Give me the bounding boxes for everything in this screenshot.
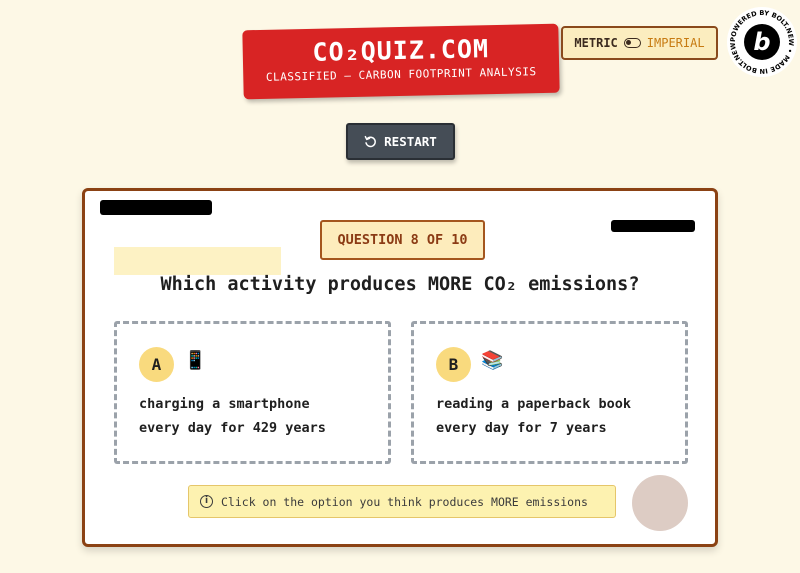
toggle-switch-icon[interactable] — [623, 38, 641, 48]
site-logo[interactable]: CO₂QUIZ.COM CLASSIFIED – CARBON FOOTPRIN… — [242, 23, 560, 100]
question-progress-badge: QUESTION 8 OF 10 — [320, 220, 485, 260]
info-icon: i — [200, 495, 213, 508]
quiz-card: QUESTION 8 OF 10 Which activity produces… — [82, 188, 718, 547]
restart-button[interactable]: RESTART — [346, 123, 455, 160]
option-b[interactable]: B 📚 reading a paperback book every day f… — [411, 321, 688, 464]
books-icon: 📚 — [481, 350, 504, 371]
logo-title: CO₂QUIZ.COM — [312, 34, 490, 67]
unit-imperial-label: IMPERIAL — [646, 36, 705, 50]
restart-label: RESTART — [384, 134, 437, 149]
unit-metric-label: METRIC — [574, 36, 618, 50]
redaction-bar — [611, 220, 695, 232]
option-b-text: reading a paperback book every day for 7… — [436, 392, 676, 440]
smartphone-icon: 📱 — [184, 350, 207, 371]
logo-subtitle: CLASSIFIED – CARBON FOOTPRINT ANALYSIS — [265, 65, 537, 84]
avatar[interactable] — [632, 475, 688, 531]
option-a[interactable]: A 📱 charging a smartphone every day for … — [114, 321, 391, 464]
option-a-line1: charging a smartphone — [139, 396, 310, 412]
unit-toggle[interactable]: METRIC IMPERIAL — [561, 26, 718, 60]
option-a-letter: A — [139, 347, 174, 382]
hint-box: i Click on the option you think produces… — [188, 485, 616, 518]
highlight-strip — [114, 247, 281, 275]
bolt-badge-icon[interactable]: POWERED BY BOLT.NEW • MADE IN BOLT.NEW •… — [726, 6, 798, 78]
badge-letter: b — [753, 28, 770, 56]
restart-icon — [364, 135, 377, 148]
question-text: Which activity produces MORE CO₂ emissio… — [160, 274, 640, 295]
redaction-bar — [100, 200, 212, 215]
option-b-line2: every day for 7 years — [436, 420, 607, 436]
option-b-line1: reading a paperback book — [436, 396, 632, 412]
option-a-text: charging a smartphone every day for 429 … — [139, 392, 379, 440]
hint-text: Click on the option you think produces M… — [221, 494, 588, 509]
option-b-letter: B — [436, 347, 471, 382]
option-a-line2: every day for 429 years — [139, 420, 326, 436]
